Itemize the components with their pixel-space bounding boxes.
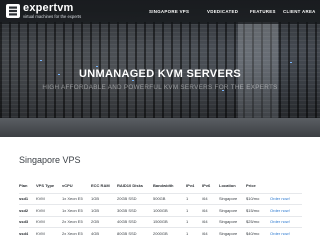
rack-led — [132, 80, 134, 81]
column-header-price: Price — [246, 183, 256, 189]
order-now-link[interactable]: Order now! — [270, 204, 302, 216]
cell-ecc-ram: 1GB — [91, 204, 117, 216]
hero-title: UNMANAGED KVM SERVERS — [79, 68, 241, 80]
cell-ipv4: 1 — [186, 204, 202, 216]
cell-raid10-disks: 30GB SSD — [117, 204, 153, 216]
rack-led — [96, 66, 98, 67]
cell-plan: ssd4 — [19, 227, 36, 239]
cell-vcpu: 2x Xeon E5 — [62, 215, 91, 228]
cell-ipv6: /64 — [202, 204, 219, 216]
cell-raid10-disks: 80GB SSD — [117, 227, 153, 239]
column-header-order — [270, 183, 302, 193]
cell-raid10-disks: 40GB SSD — [117, 215, 153, 228]
cell-location: Singapore — [219, 227, 246, 239]
cell-location: Singapore — [219, 204, 246, 216]
column-header-plan: Plan — [19, 183, 28, 189]
cell-bandwidth: 2000GB — [153, 227, 186, 239]
cell-price: $25/mo — [246, 215, 270, 228]
rack-led — [290, 62, 292, 63]
column-header-vps-type: VPS Type — [36, 183, 55, 189]
order-now-link[interactable]: Order now! — [270, 215, 302, 228]
nav-singapore-vps[interactable]: SINGAPORE VPS — [149, 9, 189, 14]
cell-bandwidth: 500GB — [153, 192, 186, 205]
column-header-bandwidth: Bandwidth — [153, 183, 174, 189]
cell-vps-type: KVM — [36, 215, 62, 228]
nav-features[interactable]: FEATURES — [250, 9, 276, 14]
nav-client-area[interactable]: CLIENT AREA — [283, 9, 316, 14]
cell-vcpu: 1x Xeon E5 — [62, 192, 91, 205]
cell-ipv4: 1 — [186, 192, 202, 205]
cell-plan: ssd2 — [19, 204, 36, 216]
cell-vps-type: KVM — [36, 227, 62, 239]
section-title: Singapore VPS — [19, 155, 81, 165]
cell-bandwidth: 1500GB — [153, 215, 186, 228]
cell-vcpu: 2x Xeon E5 — [62, 227, 91, 239]
table-row: ssd2 KVM 1x Xeon E5 1GB 30GB SSD 1000GB … — [19, 204, 302, 216]
column-header-location: Location — [219, 183, 236, 189]
cell-vcpu: 1x Xeon E5 — [62, 204, 91, 216]
table-row: ssd3 KVM 2x Xeon E5 2GB 40GB SSD 1500GB … — [19, 215, 302, 228]
order-now-link[interactable]: Order now! — [270, 192, 302, 205]
cell-price: $15/mo — [246, 204, 270, 216]
cell-ipv6: /64 — [202, 227, 219, 239]
cell-vps-type: KVM — [36, 204, 62, 216]
cell-raid10-disks: 20GB SSD — [117, 192, 153, 205]
column-header-ecc-ram: ECC RAM — [91, 183, 110, 189]
column-header-ipv4: IPv4 — [186, 183, 195, 189]
brand-name[interactable]: expertvm — [23, 2, 74, 14]
cell-ecc-ram: 1GB — [91, 192, 117, 205]
cell-ipv6: /64 — [202, 192, 219, 205]
cell-plan: ssd1 — [19, 192, 36, 205]
datacenter-floor-image — [0, 118, 320, 137]
brand-tagline: virtual machines for the experts — [23, 14, 82, 19]
nav-vdedicated[interactable]: VDEDICATED — [207, 9, 238, 14]
top-navbar: expertvm virtual machines for the expert… — [0, 0, 320, 24]
column-header-ipv6: IPv6 — [202, 183, 211, 189]
cell-ipv4: 1 — [186, 227, 202, 239]
column-header-raid10-disks: RAID10 Disks — [117, 183, 144, 189]
cell-location: Singapore — [219, 192, 246, 205]
cell-ecc-ram: 4GB — [91, 227, 117, 239]
cell-ipv4: 1 — [186, 215, 202, 228]
pricing-table: Plan VPS Type vCPU ECC RAM RAID10 Disks … — [19, 183, 302, 239]
table-row: ssd1 KVM 1x Xeon E5 1GB 20GB SSD 500GB 1… — [19, 192, 302, 205]
rack-led — [40, 60, 42, 61]
cell-price: $40/mo — [246, 227, 270, 239]
cell-bandwidth: 1000GB — [153, 204, 186, 216]
server-logo-icon[interactable] — [6, 4, 20, 18]
hero-subtitle: HIGH AFFORDABLE AND POWERFUL KVM SERVERS… — [42, 84, 278, 91]
table-row: ssd4 KVM 2x Xeon E5 4GB 80GB SSD 2000GB … — [19, 227, 302, 239]
cell-location: Singapore — [219, 215, 246, 228]
column-header-vcpu: vCPU — [62, 183, 73, 189]
cell-ipv6: /64 — [202, 215, 219, 228]
table-header-row: Plan VPS Type vCPU ECC RAM RAID10 Disks … — [19, 183, 302, 193]
cell-price: $10/mo — [246, 192, 270, 205]
order-now-link[interactable]: Order now! — [270, 227, 302, 239]
cell-ecc-ram: 2GB — [91, 215, 117, 228]
cell-vps-type: KVM — [36, 192, 62, 205]
cell-plan: ssd3 — [19, 215, 36, 228]
